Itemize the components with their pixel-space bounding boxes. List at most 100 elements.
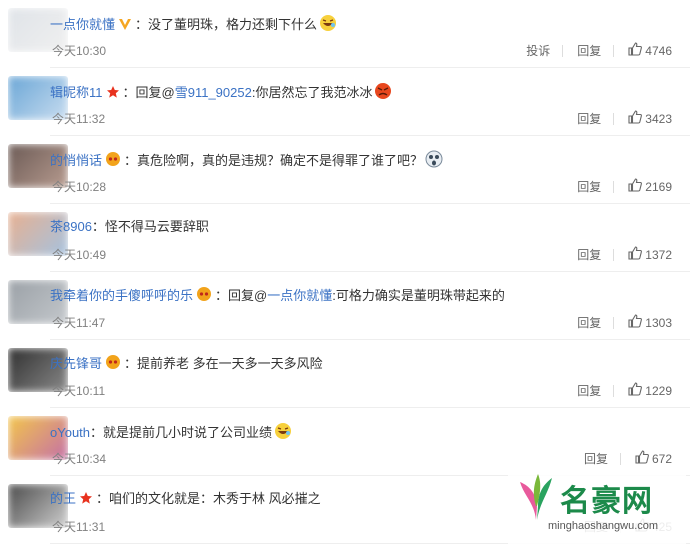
reply-text: :可格力确实是董明珠带起来的: [332, 288, 505, 303]
comment-actions: 回复 1303: [563, 314, 672, 331]
comment-line: 的王 ：咱们的文化就是：木秀于林 风必摧之: [50, 490, 321, 510]
comment-item: 辑昵称11 ：回复@雪911_90252:你居然忘了我范冰冰 今天11:32 回复…: [0, 68, 690, 136]
reply-button[interactable]: 回复: [577, 314, 601, 331]
comment-line: 一点你就懂 ：没了董明珠，格力还剩下什么: [50, 14, 337, 36]
thumbs-up-icon: [628, 382, 645, 399]
comment-line: 的悄悄话 ：真危险啊，真的是违规？确定不是得罪了谁了吧？: [50, 150, 443, 172]
comment-text: ：真危险啊，真的是违规？确定不是得罪了谁了吧？: [124, 153, 424, 168]
username-link[interactable]: 的王: [50, 491, 76, 506]
like-button[interactable]: 1303: [628, 314, 672, 331]
star-badge-icon: [106, 85, 120, 104]
reply-text: :你居然忘了我范冰冰: [251, 85, 373, 100]
like-count: 1229: [645, 383, 672, 398]
divider: [613, 112, 615, 125]
username-link[interactable]: 的悄悄话: [50, 153, 102, 168]
divider: [613, 248, 615, 261]
comment-text: ：提前养老 多在一天多一天多风险: [124, 356, 323, 371]
divider: [613, 316, 615, 329]
username-link[interactable]: 茶8906: [50, 219, 92, 234]
comment-text: ：怪不得马云要辞职: [91, 219, 209, 234]
comment-actions: 回复 3423: [563, 110, 672, 127]
username-link[interactable]: 一点你就懂: [50, 17, 115, 32]
watermark: 名豪网 minghaoshangwu.com: [508, 466, 686, 544]
divider: [613, 180, 615, 193]
like-button[interactable]: 4746: [628, 42, 672, 59]
comment-time: 今天10:28: [52, 180, 107, 194]
like-count: 1303: [645, 315, 672, 330]
reply-button[interactable]: 回复: [577, 246, 601, 263]
like-count: 672: [651, 451, 672, 466]
thumbs-up-icon: [635, 450, 652, 467]
thumbs-up-icon: [628, 110, 645, 127]
comment-line: 我牵着你的手傻呼呼的乐 ：回复@一点你就懂:可格力确实是董明珠带起来的: [50, 286, 505, 307]
like-button[interactable]: 1229: [628, 382, 672, 399]
comment-text: ：没了董明珠，格力还剩下什么: [135, 17, 318, 32]
divider: [562, 44, 564, 57]
comment-item: 一点你就懂 ：没了董明珠，格力还剩下什么 今天10:30 投诉 回复 4746: [0, 0, 690, 68]
thumbs-up-icon: [628, 42, 645, 59]
like-button[interactable]: 2169: [628, 178, 672, 195]
username-link[interactable]: 庆先锋哥: [50, 356, 102, 371]
comment-line: 茶8906：怪不得马云要辞职: [50, 218, 209, 236]
reply-username-link[interactable]: 雪911_90252: [175, 85, 252, 100]
comment-time: 今天11:47: [52, 316, 106, 330]
thumbs-up-icon: [628, 246, 645, 263]
verified-icon: [118, 17, 132, 36]
thumbs-up-icon: [628, 178, 645, 195]
comment-actions: 回复 672: [570, 450, 672, 467]
comment-actions: 回复 1229: [563, 382, 672, 399]
like-count: 2169: [645, 179, 672, 194]
comment-time: 今天10:49: [52, 248, 107, 262]
comment-time: 今天10:30: [52, 44, 107, 58]
reply-username-link[interactable]: 一点你就懂: [267, 288, 332, 303]
reply-button[interactable]: 回复: [577, 42, 601, 59]
like-count: 4746: [645, 43, 672, 58]
thumbs-up-icon: [628, 314, 645, 331]
reply-prefix: 回复@: [228, 288, 268, 303]
divider: [613, 44, 615, 57]
comment-item: 庆先锋哥 ：提前养老 多在一天多一天多风险 今天10:11 回复 1229: [0, 340, 690, 408]
comment-time: 今天11:32: [52, 112, 106, 126]
like-count: 1372: [645, 247, 672, 262]
watermark-url: minghaoshangwu.com: [548, 520, 659, 532]
leaf-logo-icon: [520, 474, 552, 520]
comment-line: 辑昵称11 ：回复@雪911_90252:你居然忘了我范冰冰: [50, 82, 392, 104]
shocked-emoji-icon: [425, 150, 443, 168]
username-link[interactable]: oYouth: [50, 425, 90, 440]
username-link[interactable]: 我牵着你的手傻呼呼的乐: [50, 288, 193, 303]
watermark-name: 名豪网: [560, 484, 653, 519]
comment-text: ：就是提前几小时说了公司业绩: [90, 425, 273, 440]
like-button[interactable]: 672: [635, 450, 672, 467]
comment-time: 今天10:11: [52, 384, 106, 398]
comment-line: 庆先锋哥 ：提前养老 多在一天多一天多风险: [50, 354, 323, 375]
comment-item: 我牵着你的手傻呼呼的乐 ：回复@一点你就懂:可格力确实是董明珠带起来的 今天11:…: [0, 272, 690, 340]
comment-actions: 回复 1372: [563, 246, 672, 263]
comment-text: ：: [122, 85, 136, 100]
comment-text: ：咱们的文化就是：木秀于林 风必摧之: [96, 491, 321, 506]
fan-badge-icon: [105, 354, 121, 375]
username-link[interactable]: 辑昵称11: [50, 85, 103, 100]
fan-badge-icon: [196, 286, 212, 307]
like-button[interactable]: 3423: [628, 110, 672, 127]
like-count: 3423: [645, 111, 672, 126]
star-badge-icon: [79, 491, 93, 510]
divider: [613, 384, 615, 397]
comment-text: ：: [215, 288, 229, 303]
comment-time: 今天11:31: [52, 520, 106, 534]
reply-button[interactable]: 回复: [577, 178, 601, 195]
fan-badge-icon: [105, 151, 121, 172]
comment-item: 茶8906：怪不得马云要辞职 今天10:49 回复 1372: [0, 204, 690, 272]
comment-item: 的悄悄话 ：真危险啊，真的是违规？确定不是得罪了谁了吧？ 今天10:28 回复 2…: [0, 136, 690, 204]
comment-actions: 投诉 回复 4746: [512, 42, 672, 59]
reply-button[interactable]: 回复: [577, 110, 601, 127]
reply-button[interactable]: 回复: [584, 450, 608, 467]
comment-line: oYouth：就是提前几小时说了公司业绩: [50, 422, 292, 442]
reply-prefix: 回复@: [135, 85, 175, 100]
comment-actions: 回复 2169: [563, 178, 672, 195]
laugh-emoji-icon: [319, 14, 337, 31]
reply-button[interactable]: 回复: [577, 382, 601, 399]
report-button[interactable]: 投诉: [526, 42, 550, 59]
comment-time: 今天10:34: [52, 452, 107, 466]
laugh-emoji-icon: [274, 422, 292, 439]
like-button[interactable]: 1372: [628, 246, 672, 263]
